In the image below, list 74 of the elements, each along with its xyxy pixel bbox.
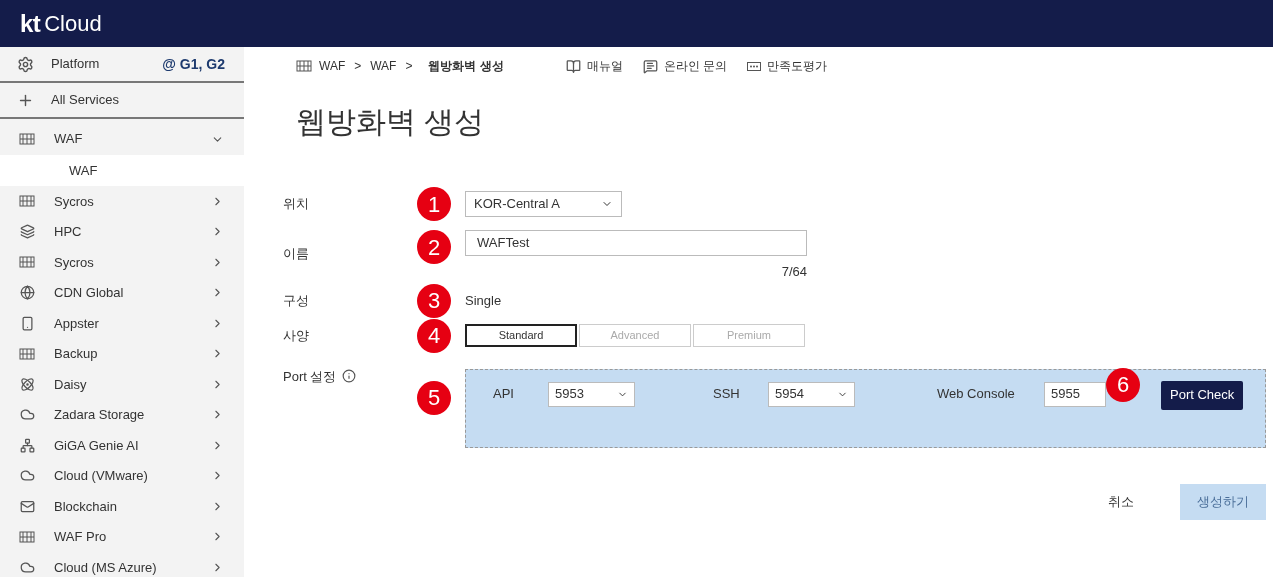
step-marker: 5 xyxy=(417,380,451,415)
cloud-icon xyxy=(19,407,35,423)
film-icon xyxy=(296,59,312,73)
sidebar-item[interactable]: Cloud (MS Azure) xyxy=(0,552,244,577)
step-marker: 6 xyxy=(1106,367,1140,402)
sidebar-item[interactable]: WAF Pro xyxy=(0,521,244,552)
book-icon xyxy=(565,58,581,74)
film-icon xyxy=(19,255,35,270)
settings-icon xyxy=(17,55,34,73)
sidebar-item[interactable]: Blockchain xyxy=(0,491,244,522)
dots-icon xyxy=(747,61,762,71)
sidebar-item[interactable]: Backup xyxy=(0,338,244,369)
sidebar-item[interactable]: CDN Global xyxy=(0,277,244,308)
sidebar-item[interactable]: WAF xyxy=(0,123,244,155)
character-counter: 7/64 xyxy=(781,263,807,281)
network-icon xyxy=(19,437,35,453)
step-marker: 2 xyxy=(417,230,451,264)
field-label: 구성 xyxy=(283,291,310,310)
film-icon xyxy=(19,529,35,544)
cloud-icon xyxy=(19,468,35,484)
port-label: SSH xyxy=(713,385,741,404)
page-title: 웹방화벽 생성 xyxy=(296,104,485,140)
field-label: 사양 xyxy=(283,326,310,345)
sidebar-item[interactable]: HPC xyxy=(0,216,244,247)
film-icon xyxy=(19,194,35,209)
spec-tab[interactable]: Standard xyxy=(465,324,577,347)
sidebar-item[interactable]: Sycros xyxy=(0,247,244,278)
breadcrumb-separator: > xyxy=(405,58,413,75)
port-label: Web Console xyxy=(937,385,1016,404)
logo-text: Cloud xyxy=(44,10,102,38)
breadcrumb-separator: > xyxy=(354,58,362,75)
breadcrumb-link[interactable]: 웹방화벽 생성 xyxy=(428,57,504,75)
globe-icon xyxy=(19,285,35,301)
top-link[interactable]: 만족도평가 xyxy=(767,57,828,75)
sidebar-item[interactable]: GiGA Genie AI xyxy=(0,430,244,461)
info-icon xyxy=(342,369,357,384)
breadcrumb-link[interactable]: WAF xyxy=(370,57,397,75)
platform-value: @ G1, G2 xyxy=(162,54,226,74)
step-marker: 1 xyxy=(417,187,451,221)
field-label: 위치 xyxy=(283,195,310,214)
film-icon xyxy=(19,132,35,146)
field-label: Port 설정 xyxy=(283,367,337,386)
logo-mark: kt xyxy=(20,8,41,39)
top-link[interactable]: 온라인 문의 xyxy=(663,57,728,75)
cloud-icon xyxy=(19,559,35,575)
atom-icon xyxy=(19,376,35,392)
chat-icon xyxy=(642,58,658,74)
port-label: API xyxy=(493,385,515,404)
sidebar-item[interactable]: Daisy xyxy=(0,369,244,400)
port-select[interactable]: 5955 xyxy=(1044,381,1106,407)
top-link[interactable]: 매뉴얼 xyxy=(586,57,623,75)
sidebar-item[interactable]: Zadara Storage xyxy=(0,399,244,430)
sidebar-subitem[interactable]: WAF xyxy=(0,155,244,186)
port-check-button[interactable]: Port Check xyxy=(1161,380,1244,410)
step-marker: 3 xyxy=(417,283,451,318)
platform-row[interactable]: Platform @ G1, G2 xyxy=(0,47,244,83)
step-marker: 4 xyxy=(417,318,451,353)
sidebar-item[interactable]: Appster xyxy=(0,308,244,339)
layers-icon xyxy=(19,224,35,240)
all-services-item[interactable]: All Services xyxy=(0,83,244,119)
field-label: 이름 xyxy=(283,245,310,263)
phone-icon xyxy=(19,315,35,331)
sidebar-item[interactable]: Cloud (VMware) xyxy=(0,460,244,491)
name-field[interactable]: WAFTest xyxy=(465,230,807,256)
film-icon xyxy=(19,346,35,361)
location-select[interactable]: KOR-Central A xyxy=(465,191,622,217)
sidebar-item[interactable]: Sycros xyxy=(0,186,244,217)
envelope-icon xyxy=(19,498,35,514)
platform-label: Platform xyxy=(51,55,100,74)
port-select[interactable]: 5954 xyxy=(768,381,855,407)
port-select[interactable]: 5953 xyxy=(548,381,635,407)
config-value: Single xyxy=(465,291,502,310)
breadcrumb-link[interactable]: WAF xyxy=(319,57,346,75)
cancel-button[interactable]: 취소 xyxy=(1108,491,1134,512)
